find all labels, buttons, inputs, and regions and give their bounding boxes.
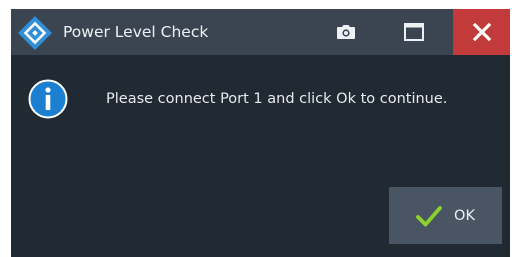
info-icon xyxy=(28,79,68,119)
ok-button-label: OK xyxy=(454,207,475,224)
camera-icon xyxy=(337,25,355,39)
ok-button[interactable]: OK xyxy=(389,187,502,244)
screenshot-button[interactable] xyxy=(327,9,365,55)
dialog-message: Please connect Port 1 and click Ok to co… xyxy=(106,91,448,107)
close-icon xyxy=(472,23,491,41)
title-bar[interactable]: Power Level Check xyxy=(11,9,510,55)
dialog-content: Please connect Port 1 and click Ok to co… xyxy=(11,55,510,257)
maximize-button[interactable] xyxy=(395,9,433,55)
maximize-icon xyxy=(404,23,424,41)
rohde-schwarz-logo-icon xyxy=(18,16,52,50)
close-button[interactable] xyxy=(453,9,510,55)
checkmark-icon xyxy=(416,205,442,226)
window-title: Power Level Check xyxy=(63,23,209,41)
power-level-check-dialog: Power Level Check Please connect Port 1 … xyxy=(11,9,510,257)
